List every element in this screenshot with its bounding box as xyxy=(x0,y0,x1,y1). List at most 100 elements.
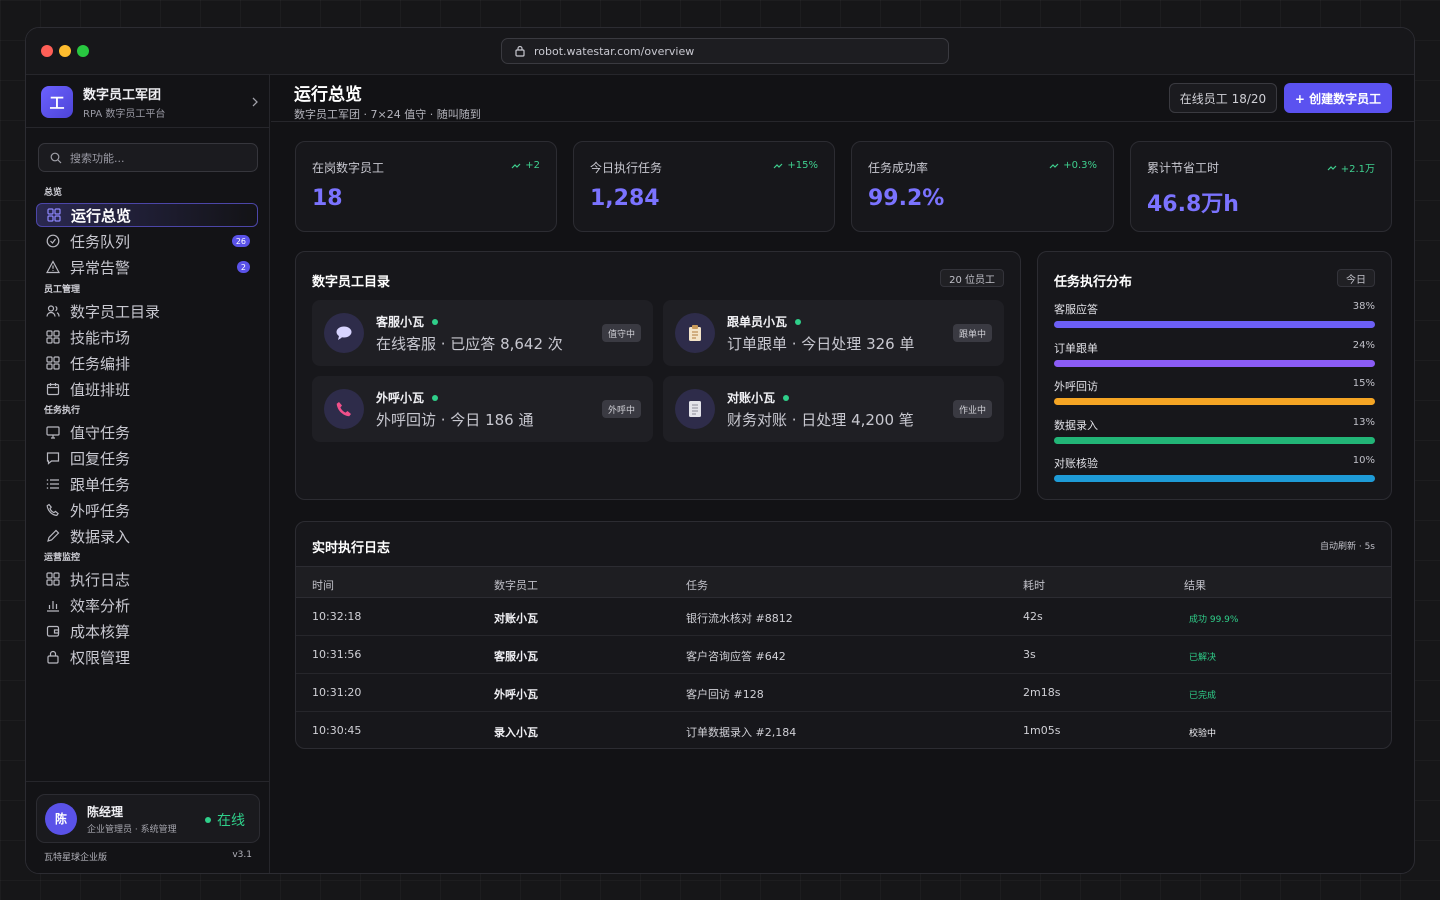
close-window-button[interactable] xyxy=(41,45,53,57)
user-role: 企业管理员 · 系统管理 xyxy=(87,824,177,835)
employee-card[interactable]: 客服小瓦 在线客服 · 已应答 8,642 次 值守中 xyxy=(312,300,653,366)
online-staff-pill[interactable]: 在线员工 18/20 xyxy=(1169,83,1277,113)
kpi-value: 46.8万h xyxy=(1147,192,1239,217)
trend-up-icon xyxy=(1327,165,1337,170)
cell-task: 客户回访 #128 xyxy=(686,688,764,701)
table-row[interactable]: 10:30:45 录入小瓦 订单数据录入 #2,184 1m05s 校验中 xyxy=(296,712,1391,750)
sidebar-item-label: 执行日志 xyxy=(70,570,131,589)
sidebar: 工 数字员工军团 RPA 数字员工平台 搜索功能... 总览 运行总览 任务队列… xyxy=(26,75,270,873)
employee-desc: 财务对账 · 日处理 4,200 笔 xyxy=(727,411,914,429)
sidebar-footer: 瓦特星球企业版 v3.1 xyxy=(44,850,252,863)
kpi-delta: +15% xyxy=(773,160,818,171)
sidebar-item-follow-tasks[interactable]: 跟单任务 xyxy=(36,472,258,496)
sidebar-item-task-queue[interactable]: 任务队列 26 xyxy=(36,229,258,253)
sidebar-item-exec-log[interactable]: 执行日志 xyxy=(36,567,258,591)
page-header: 运行总览 数字员工军团 · 7×24 值守 · 随叫随到 在线员工 18/20 … xyxy=(271,75,1414,122)
cell-result: 成功 99.9% xyxy=(1189,615,1239,625)
employee-name: 跟单员小瓦 xyxy=(727,313,802,330)
user-card[interactable]: 陈 陈经理 企业管理员 · 系统管理 在线 xyxy=(36,794,260,843)
count-badge: 2 xyxy=(236,261,250,273)
sidebar-item-overview[interactable]: 运行总览 xyxy=(36,203,258,227)
distribution-percent: 24% xyxy=(1352,340,1375,351)
kpi-label: 累计节省工时 xyxy=(1147,161,1220,175)
address-bar[interactable]: robot.watestar.com/overview xyxy=(501,38,949,64)
online-dot-icon xyxy=(432,318,439,325)
maximize-window-button[interactable] xyxy=(77,45,89,57)
cell-task: 订单数据录入 #2,184 xyxy=(686,726,797,739)
employee-name: 对账小瓦 xyxy=(727,389,790,406)
distribution-percent: 38% xyxy=(1352,301,1375,312)
sidebar-item-duty-tasks[interactable]: 值守任务 xyxy=(36,420,258,444)
sidebar-item-schedule[interactable]: 值班排班 xyxy=(36,377,258,401)
employee-name-text: 对账小瓦 xyxy=(727,391,776,405)
clipboard-icon xyxy=(675,313,715,353)
create-employee-button[interactable]: + 创建数字员工 xyxy=(1284,83,1392,113)
version-label: v3.1 xyxy=(232,850,252,860)
count-badge: 26 xyxy=(231,235,250,247)
section-overview: 总览 xyxy=(44,188,63,198)
cell-result: 已解决 xyxy=(1189,653,1217,663)
brand-name: 数字员工军团 xyxy=(83,88,162,103)
distribution-percent: 15% xyxy=(1352,378,1375,389)
kpi-card: 在岗数字员工 +2 18 xyxy=(295,141,557,232)
phone-icon xyxy=(324,389,364,429)
chat-icon xyxy=(46,452,60,465)
table-row[interactable]: 10:32:18 对账小瓦 银行流水核对 #8812 42s 成功 99.9% xyxy=(296,598,1391,636)
kpi-delta: +2 xyxy=(511,160,540,171)
kpi-card: 累计节省工时 +2.1万 46.8万h xyxy=(1130,141,1392,232)
kpi-delta: +0.3% xyxy=(1049,160,1097,171)
kpi-value: 99.2% xyxy=(868,186,945,211)
table-header: 时间 数字员工 任务 耗时 结果 xyxy=(296,566,1391,598)
brand[interactable]: 工 数字员工军团 RPA 数字员工平台 xyxy=(41,85,258,120)
cell-task: 客户咨询应答 #642 xyxy=(686,650,786,663)
online-dot-icon xyxy=(432,394,439,401)
progress-fill xyxy=(1054,437,1375,444)
minimize-window-button[interactable] xyxy=(59,45,71,57)
cell-duration: 2m18s xyxy=(1023,686,1061,699)
column-header: 数字员工 xyxy=(494,579,538,592)
employee-card[interactable]: 跟单员小瓦 订单跟单 · 今日处理 326 单 跟单中 xyxy=(663,300,1004,366)
list-icon xyxy=(46,479,59,489)
kpi-label: 今日执行任务 xyxy=(590,161,663,175)
employee-card[interactable]: 对账小瓦 财务对账 · 日处理 4,200 笔 作业中 xyxy=(663,376,1004,442)
cell-employee: 客服小瓦 xyxy=(494,650,538,663)
cell-duration: 42s xyxy=(1023,610,1043,623)
page-title: 运行总览 xyxy=(294,85,362,105)
kpi-delta-value: +2.1万 xyxy=(1340,164,1375,175)
sidebar-item-label: 数据录入 xyxy=(70,527,131,546)
sidebar-item-label: 任务队列 xyxy=(70,232,131,251)
grid-icon xyxy=(46,356,60,370)
sidebar-item-directory[interactable]: 数字员工目录 xyxy=(36,299,258,323)
trend-up-icon xyxy=(1049,163,1059,168)
sidebar-item-efficiency[interactable]: 效率分析 xyxy=(36,593,258,617)
table-row[interactable]: 10:31:56 客服小瓦 客户咨询应答 #642 3s 已解决 xyxy=(296,636,1391,674)
employee-status: 外呼中 xyxy=(601,400,641,418)
table-row[interactable]: 10:31:20 外呼小瓦 客户回访 #128 2m18s 已完成 xyxy=(296,674,1391,712)
employee-card[interactable]: 外呼小瓦 外呼回访 · 今日 186 通 外呼中 xyxy=(312,376,653,442)
progress-track xyxy=(1054,475,1375,482)
sidebar-item-data-entry[interactable]: 数据录入 xyxy=(36,524,258,548)
sidebar-item-label: 值守任务 xyxy=(70,423,131,442)
kpi-value: 1,284 xyxy=(590,186,660,211)
chat-bubble-icon xyxy=(324,313,364,353)
sidebar-item-cost[interactable]: 成本核算 xyxy=(36,619,258,643)
sidebar-item-orchestration[interactable]: 任务编排 xyxy=(36,351,258,375)
employee-status: 跟单中 xyxy=(952,324,992,342)
sidebar-item-reply-tasks[interactable]: 回复任务 xyxy=(36,446,258,470)
wallet-icon xyxy=(46,625,60,637)
sidebar-item-call-tasks[interactable]: 外呼任务 xyxy=(36,498,258,522)
sidebar-item-label: 外呼任务 xyxy=(70,501,131,520)
period-tag[interactable]: 今日 xyxy=(1337,269,1375,287)
card-title: 任务执行分布 xyxy=(1054,275,1133,290)
employee-name-text: 外呼小瓦 xyxy=(376,391,425,405)
sidebar-item-permissions[interactable]: 权限管理 xyxy=(36,645,258,669)
section-staff: 员工管理 xyxy=(44,285,81,295)
sidebar-item-skill-market[interactable]: 技能市场 xyxy=(36,325,258,349)
chevron-right-icon[interactable] xyxy=(250,97,260,107)
sidebar-item-label: 技能市场 xyxy=(70,328,131,347)
online-dot-icon xyxy=(783,394,790,401)
sidebar-item-alerts[interactable]: 异常告警 2 xyxy=(36,255,258,279)
page-subtitle: 数字员工军团 · 7×24 值守 · 随叫随到 xyxy=(294,108,481,121)
sidebar-item-label: 数字员工目录 xyxy=(70,302,161,321)
search-input[interactable]: 搜索功能... xyxy=(38,143,258,172)
